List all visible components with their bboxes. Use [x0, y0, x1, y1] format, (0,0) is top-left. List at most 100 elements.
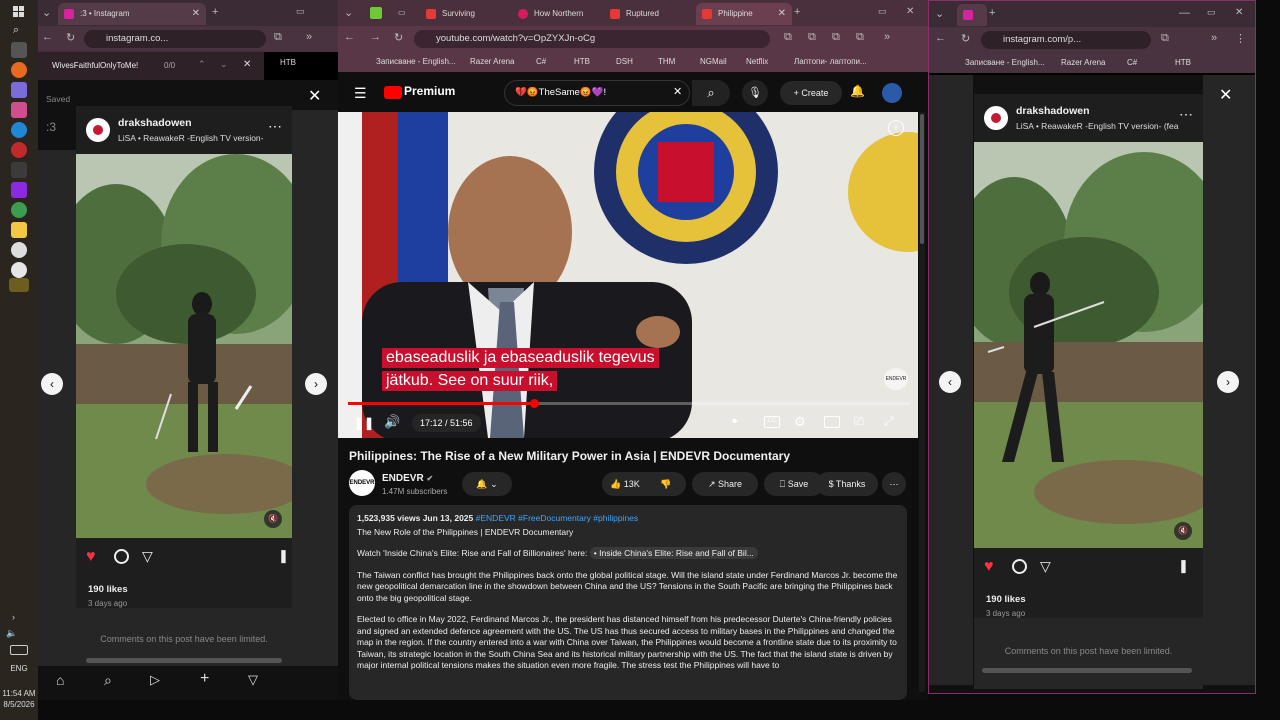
- forward-icon[interactable]: →: [370, 31, 381, 43]
- tab-search-icon[interactable]: ⌄: [344, 6, 353, 19]
- post-video[interactable]: 🔇: [76, 154, 292, 538]
- miniplayer-icon[interactable]: [824, 416, 840, 428]
- close-overlay-icon[interactable]: ✕: [308, 86, 321, 106]
- more-chevron-icon[interactable]: »: [884, 31, 890, 43]
- comment-icon[interactable]: [1012, 559, 1027, 574]
- save-bookmark-icon[interactable]: ❚: [1178, 558, 1189, 574]
- url-field[interactable]: instagram.co...: [84, 30, 266, 48]
- bookmark-item[interactable]: HTB: [574, 57, 590, 66]
- clear-search-icon[interactable]: ✕: [673, 85, 682, 98]
- reload-icon[interactable]: ↻: [66, 31, 75, 44]
- channel-avatar[interactable]: ENDEVR: [349, 470, 375, 496]
- firefox-icon[interactable]: [11, 62, 27, 78]
- post-username[interactable]: drakshadowen: [118, 117, 192, 129]
- url-field[interactable]: youtube.com/watch?v=OpZYXJn-oCg: [414, 30, 770, 48]
- opera-icon[interactable]: [11, 142, 27, 158]
- info-icon[interactable]: i: [888, 120, 904, 136]
- extension-icon[interactable]: ⧉: [856, 31, 864, 44]
- extensions-icon[interactable]: ⧉: [274, 31, 282, 44]
- next-post-icon[interactable]: ›: [1217, 371, 1239, 393]
- linked-video-chip[interactable]: • Inside China's Elite: Rise and Fall of…: [589, 547, 758, 559]
- close-tab-icon[interactable]: ✕: [192, 3, 200, 25]
- like-count[interactable]: 190 likes: [88, 584, 128, 595]
- save-button[interactable]: ⎕ Save: [764, 472, 824, 496]
- more-chevron-icon[interactable]: »: [306, 31, 312, 43]
- close-window-icon[interactable]: ✕: [906, 6, 914, 17]
- reload-icon[interactable]: ↻: [394, 31, 403, 44]
- language-indicator[interactable]: ENG: [0, 664, 38, 673]
- more-options-icon[interactable]: ⋯: [268, 118, 282, 135]
- tab-surviving[interactable]: Surviving: [420, 3, 510, 25]
- keyboard-icon[interactable]: [10, 645, 28, 655]
- maximize-icon[interactable]: ▭: [1207, 7, 1216, 18]
- folder-icon[interactable]: [11, 222, 27, 238]
- share-icon[interactable]: ▽: [142, 548, 153, 565]
- menu-dots-icon[interactable]: ⋮: [1235, 32, 1246, 45]
- channel-name[interactable]: ENDEVR ✔: [382, 473, 433, 484]
- bookmark-item[interactable]: Записване - English...: [965, 58, 1045, 67]
- prev-post-icon[interactable]: ‹: [939, 371, 961, 393]
- voice-search-icon[interactable]: 🎙: [742, 80, 768, 106]
- chevron-up-icon[interactable]: ›: [12, 612, 15, 622]
- bookmark-item[interactable]: Razer Arena: [470, 57, 514, 66]
- like-count[interactable]: 13K: [624, 479, 640, 489]
- page-scroll-thumb[interactable]: [920, 114, 924, 244]
- like-heart-icon[interactable]: ♥: [984, 558, 994, 576]
- volume-icon[interactable]: 🔊: [384, 414, 400, 430]
- more-options-icon[interactable]: ⋯: [1179, 106, 1193, 123]
- close-overlay-icon[interactable]: ✕: [1219, 85, 1232, 105]
- messages-icon[interactable]: ▽: [248, 672, 258, 688]
- extensions-icon[interactable]: ⧉: [1161, 32, 1169, 45]
- clock[interactable]: 11:54 AM 8/5/2026: [0, 688, 38, 710]
- post-username[interactable]: drakshadowen: [1016, 105, 1090, 117]
- find-next-icon[interactable]: ⌄: [220, 59, 228, 70]
- task-view-icon[interactable]: [11, 42, 27, 58]
- save-bookmark-icon[interactable]: ❚: [278, 548, 289, 564]
- settings-gear-icon[interactable]: ⚙: [794, 414, 806, 430]
- more-chevron-icon[interactable]: »: [1211, 32, 1217, 44]
- share-button[interactable]: ↗ Share: [692, 472, 758, 496]
- search-input[interactable]: 💔😡TheSame😡💜! ✕: [504, 80, 690, 106]
- search-nav-icon[interactable]: ⌕: [104, 672, 112, 689]
- reels-icon[interactable]: ▷: [150, 672, 160, 688]
- autoplay-toggle-icon[interactable]: ⏺: [732, 416, 737, 427]
- youtube-premium-logo[interactable]: Premium: [404, 84, 455, 98]
- bookmark-item[interactable]: Razer Arena: [1061, 58, 1105, 67]
- like-thumb-icon[interactable]: 👍: [610, 479, 621, 489]
- video-player[interactable]: i ebaseaduslik ja ebaseaduslik tegevus j…: [338, 112, 918, 438]
- subscribed-bell-button[interactable]: 🔔 ⌄: [462, 472, 512, 496]
- bookmark-item[interactable]: THM: [658, 57, 675, 66]
- chrome-icon[interactable]: [11, 202, 27, 218]
- edge-icon[interactable]: [11, 122, 27, 138]
- dislike-icon[interactable]: 👎: [660, 472, 671, 496]
- url-field[interactable]: instagram.com/p...: [981, 31, 1151, 49]
- home-icon[interactable]: ⌂: [56, 672, 64, 688]
- photos-icon[interactable]: [11, 102, 27, 118]
- post-audio[interactable]: LiSA • ReawakeR -English TV version- (fe…: [1016, 121, 1186, 131]
- tab-instagram[interactable]: :3 • Instagram ✕: [58, 3, 206, 25]
- close-window-icon[interactable]: ✕: [1235, 7, 1243, 18]
- tab-philippines[interactable]: Philippine ✕: [696, 3, 792, 25]
- next-post-icon[interactable]: ›: [305, 373, 327, 395]
- back-icon[interactable]: ←: [935, 32, 946, 44]
- app-icon[interactable]: [11, 162, 27, 178]
- reload-icon[interactable]: ↻: [961, 32, 970, 45]
- find-prev-icon[interactable]: ⌃: [198, 59, 206, 70]
- bookmark-item[interactable]: DSH: [616, 57, 633, 66]
- bookmark-item[interactable]: Лаптопи- лаптопи...: [794, 57, 867, 66]
- hashtags[interactable]: #ENDEVR #FreeDocumentary #philippines: [476, 513, 639, 523]
- bookmark-item[interactable]: HTB: [1175, 58, 1191, 67]
- channel-watermark[interactable]: ENDEVR: [884, 368, 908, 390]
- subtitles-icon[interactable]: CC: [764, 416, 780, 428]
- minimize-icon[interactable]: ▭: [296, 6, 305, 17]
- app-icon[interactable]: [11, 82, 27, 98]
- onenote-icon[interactable]: [11, 182, 27, 198]
- post-video[interactable]: 🔇: [974, 142, 1203, 548]
- new-tab-icon[interactable]: +: [212, 6, 218, 18]
- create-post-icon[interactable]: +: [200, 670, 209, 688]
- bookmark-item[interactable]: Записване - English...: [376, 57, 456, 66]
- account-avatar[interactable]: [882, 83, 902, 103]
- tab-instagram[interactable]: [957, 4, 987, 26]
- tab-icon[interactable]: ▭: [398, 8, 406, 17]
- new-tab-icon[interactable]: +: [794, 6, 800, 18]
